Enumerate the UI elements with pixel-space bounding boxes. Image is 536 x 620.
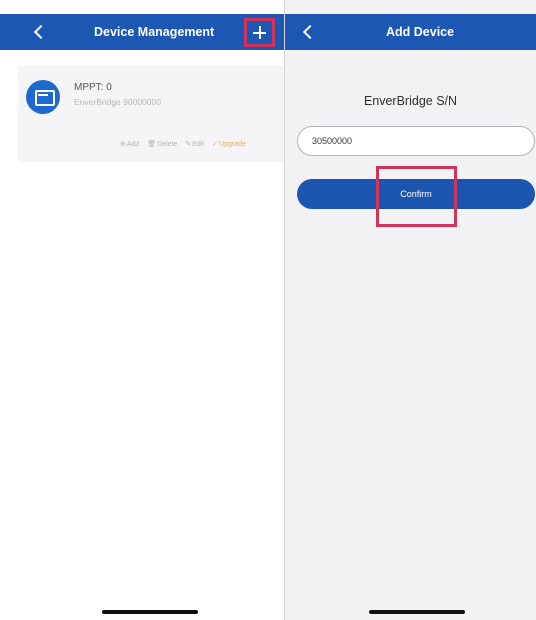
home-indicator [369,610,465,614]
add-device-header: Add Device [285,14,536,50]
trash-icon: 🗑 [147,141,157,148]
device-serial-label: EnverBridge 90000000 [74,97,161,107]
solar-inverter-icon [26,80,60,114]
highlight-box-confirm [376,166,457,227]
highlight-box-add [244,18,275,47]
delete-action[interactable]: 🗑Delete [147,140,177,148]
screens: Device Management MPPT: 0 EnverBridge 90… [0,0,536,620]
edit-action-label: Edit [192,141,205,148]
delete-action-label: Delete [157,141,178,148]
pencil-icon: ✎ [185,141,192,148]
back-chevron-icon[interactable] [297,21,319,43]
page-title: Add Device [386,25,455,39]
add-action-label: Add [126,141,140,148]
home-indicator [102,610,198,614]
upgrade-action[interactable]: ✓Upgrade [212,140,246,148]
upgrade-action-label: Upgrade [219,141,246,148]
device-card[interactable]: MPPT: 0 EnverBridge 90000000 ⊕Add 🗑Delet… [18,66,284,162]
header-gap [0,50,284,66]
device-mppt-label: MPPT: 0 [74,82,112,93]
back-chevron-icon[interactable] [28,21,50,43]
add-action[interactable]: ⊕Add [120,140,139,148]
serial-number-input[interactable] [297,126,535,156]
device-management-screen: Device Management MPPT: 0 EnverBridge 90… [0,0,284,620]
serial-number-heading: EnverBridge S/N [363,94,458,108]
device-actions: ⊕Add 🗑Delete ✎Edit ✓Upgrade [120,140,252,148]
upgrade-icon: ✓ [212,141,219,148]
add-device-screen: Add Device EnverBridge S/N Confirm [285,0,536,620]
device-management-header: Device Management [0,14,284,50]
page-title: Device Management [94,25,215,39]
edit-action[interactable]: ✎Edit [185,140,204,148]
plus-circle-icon: ⊕ [120,141,126,148]
